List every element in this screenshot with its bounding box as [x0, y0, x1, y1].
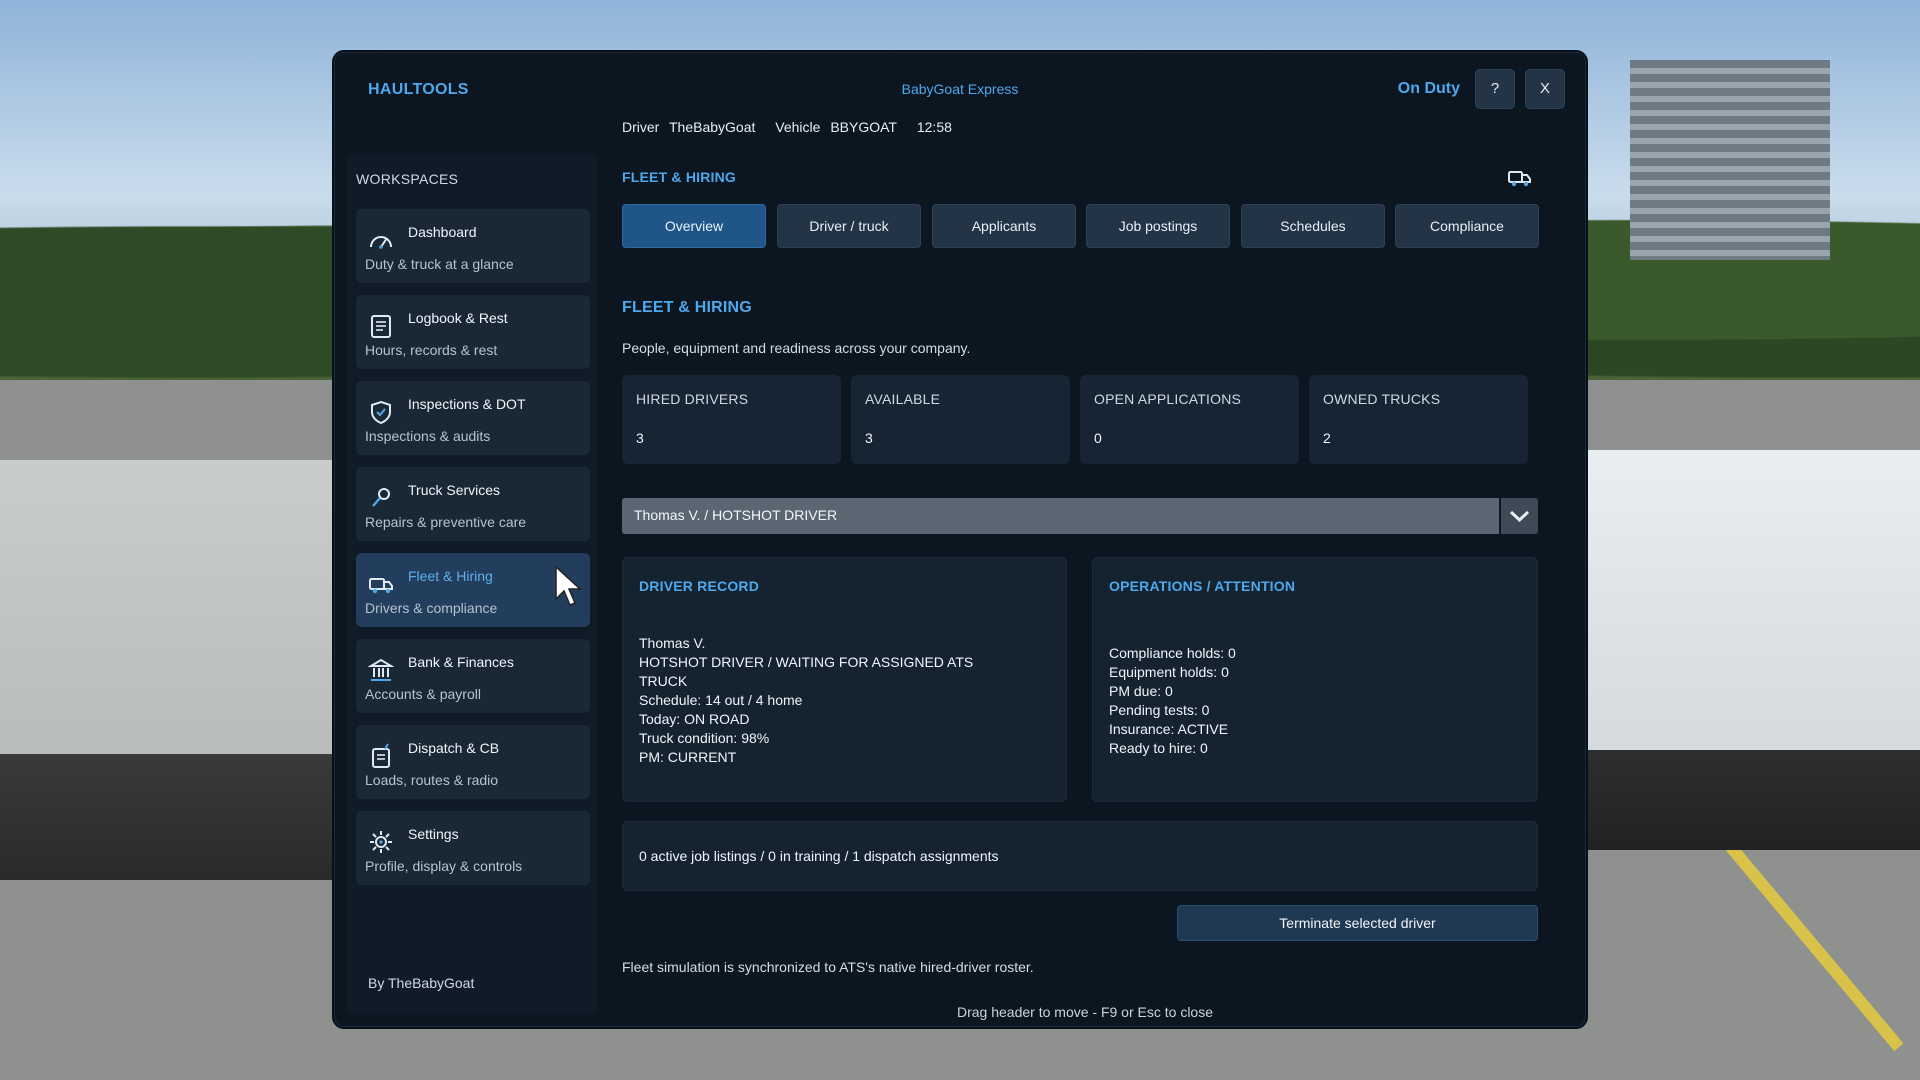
summary-text: 0 active job listings / 0 in training / …	[639, 848, 999, 864]
sidebar-item-sub: Profile, display & controls	[365, 858, 523, 874]
operations-line: Insurance: ACTIVE	[1109, 721, 1229, 737]
author-byline: By TheBabyGoat	[368, 975, 475, 991]
sidebar-item-dashboard[interactable]: Dashboard Duty & truck at a glance	[356, 209, 590, 283]
driver-name: TheBabyGoat	[668, 119, 756, 135]
stat-card-hired-drivers: HIRED DRIVERS 3	[622, 375, 841, 464]
record-line: HOTSHOT DRIVER / WAITING FOR ASSIGNED AT…	[639, 654, 974, 670]
driver-select-toggle[interactable]	[1501, 498, 1538, 534]
record-line: Thomas V.	[639, 635, 706, 651]
driver-record-card: DRIVER RECORD Thomas V. HOTSHOT DRIVER /…	[622, 557, 1067, 802]
stat-value: 3	[865, 430, 873, 446]
card-title: OPERATIONS / ATTENTION	[1109, 578, 1296, 594]
dispatch-icon	[372, 743, 390, 768]
duty-status[interactable]: On Duty	[1398, 80, 1460, 98]
stat-value: 3	[636, 430, 644, 446]
sidebar-item-logbook[interactable]: Logbook & Rest Hours, records & rest	[356, 295, 590, 369]
record-line: PM: CURRENT	[639, 749, 737, 765]
sidebar-item-sub: Hours, records & rest	[365, 342, 498, 358]
sidebar-item-label: Dispatch & CB	[408, 740, 500, 756]
sync-footnote: Fleet simulation is synchronized to ATS'…	[622, 959, 1034, 975]
stat-value: 0	[1094, 430, 1102, 446]
sidebar-item-label: Logbook & Rest	[408, 310, 508, 326]
vehicle-label: Vehicle	[775, 119, 821, 135]
section-label: FLEET & HIRING	[622, 169, 737, 185]
haultools-window: HAULTOOLS BabyGoat Express On Duty ? X D…	[334, 52, 1586, 1027]
operations-card: OPERATIONS / ATTENTION Compliance holds:…	[1092, 557, 1538, 802]
sidebar-item-label: Bank & Finances	[408, 654, 514, 670]
stat-label: AVAILABLE	[865, 391, 941, 407]
card-title: DRIVER RECORD	[639, 578, 760, 594]
sidebar-item-sub: Inspections & audits	[365, 428, 491, 444]
sidebar-item-truck-services[interactable]: Truck Services Repairs & preventive care	[356, 467, 590, 541]
sidebar-item-dispatch-cb[interactable]: Dispatch & CB Loads, routes & radio	[356, 725, 590, 799]
sidebar-item-fleet-hiring[interactable]: Fleet & Hiring Drivers & compliance	[356, 553, 590, 627]
record-line: Truck condition: 98%	[639, 730, 770, 746]
sidebar-item-inspections[interactable]: Inspections & DOT Inspections & audits	[356, 381, 590, 455]
tab-job-postings[interactable]: Job postings	[1086, 204, 1230, 248]
stat-label: OWNED TRUCKS	[1323, 391, 1441, 407]
tab-applicants[interactable]: Applicants	[932, 204, 1076, 248]
sidebar-item-sub: Duty & truck at a glance	[365, 256, 514, 272]
operations-line: Compliance holds: 0	[1109, 645, 1236, 661]
stat-label: HIRED DRIVERS	[636, 391, 749, 407]
operations-line: Ready to hire: 0	[1109, 740, 1208, 756]
sidebar-item-label: Inspections & DOT	[408, 396, 526, 412]
page-description: People, equipment and readiness across y…	[622, 340, 971, 356]
clock: 12:58	[916, 119, 952, 135]
gear-icon	[370, 831, 392, 853]
sidebar-item-sub: Repairs & preventive care	[365, 514, 527, 530]
wrench-icon	[372, 488, 390, 507]
close-button[interactable]: X	[1525, 69, 1565, 109]
truck-icon	[369, 578, 393, 594]
stat-value: 2	[1323, 430, 1331, 446]
tab-schedules[interactable]: Schedules	[1241, 204, 1385, 248]
truck-icon	[1508, 171, 1531, 187]
summary-panel: 0 active job listings / 0 in training / …	[622, 821, 1538, 891]
operations-line: Equipment holds: 0	[1109, 664, 1229, 680]
bank-icon	[368, 658, 394, 681]
record-line: Schedule: 14 out / 4 home	[639, 692, 803, 708]
shield-check-icon	[371, 400, 391, 425]
chevron-down-icon	[1509, 510, 1530, 523]
tab-driver-truck[interactable]: Driver / truck	[777, 204, 921, 248]
sidebar-item-sub: Accounts & payroll	[365, 686, 481, 702]
driver-record-lines: Thomas V. HOTSHOT DRIVER / WAITING FOR A…	[639, 634, 973, 767]
workspaces-title: WORKSPACES	[356, 171, 459, 187]
sidebar-item-label: Settings	[408, 826, 459, 842]
background-trailer	[1580, 450, 1920, 850]
vehicle-id: BBYGOAT	[830, 119, 897, 135]
background-truck	[0, 460, 340, 880]
record-line: TRUCK	[639, 673, 688, 689]
driver-info-line: Driver TheBabyGoat Vehicle BBYGOAT 12:58	[622, 119, 958, 135]
sidebar-item-label: Fleet & Hiring	[408, 568, 493, 584]
stat-card-owned-trucks: OWNED TRUCKS 2	[1309, 375, 1528, 464]
sidebar-item-sub: Loads, routes & radio	[365, 772, 499, 788]
tab-compliance[interactable]: Compliance	[1395, 204, 1539, 248]
driver-select[interactable]: Thomas V. / HOTSHOT DRIVER	[622, 498, 1499, 534]
sidebar-item-label: Dashboard	[408, 224, 477, 240]
sidebar-item-settings[interactable]: Settings Profile, display & controls	[356, 811, 590, 885]
operations-line: Pending tests: 0	[1109, 702, 1210, 718]
record-line: Today: ON ROAD	[639, 711, 750, 727]
sidebar-item-label: Truck Services	[408, 482, 501, 498]
stat-label: OPEN APPLICATIONS	[1094, 391, 1242, 407]
logbook-icon	[371, 315, 391, 338]
stat-card-open-applications: OPEN APPLICATIONS 0	[1080, 375, 1299, 464]
sidebar-item-sub: Drivers & compliance	[365, 600, 498, 616]
operations-lines: Compliance holds: 0 Equipment holds: 0 P…	[1109, 644, 1236, 758]
gauge-icon	[370, 236, 392, 249]
help-button[interactable]: ?	[1475, 69, 1515, 109]
background-building	[1630, 60, 1830, 260]
terminate-driver-button[interactable]: Terminate selected driver	[1177, 905, 1538, 941]
drag-hint: Drag header to move - F9 or Esc to close	[957, 1004, 1213, 1020]
sidebar-item-bank-finances[interactable]: Bank & Finances Accounts & payroll	[356, 639, 590, 713]
driver-select-value: Thomas V. / HOTSHOT DRIVER	[634, 507, 838, 523]
driver-label: Driver	[622, 119, 660, 135]
tab-overview[interactable]: Overview	[622, 204, 766, 248]
mouse-cursor-icon	[555, 565, 582, 606]
operations-line: PM due: 0	[1109, 683, 1173, 699]
stat-card-available: AVAILABLE 3	[851, 375, 1070, 464]
page-title: FLEET & HIRING	[622, 299, 752, 316]
window-header[interactable]: HAULTOOLS BabyGoat Express On Duty ? X D…	[335, 53, 1585, 153]
